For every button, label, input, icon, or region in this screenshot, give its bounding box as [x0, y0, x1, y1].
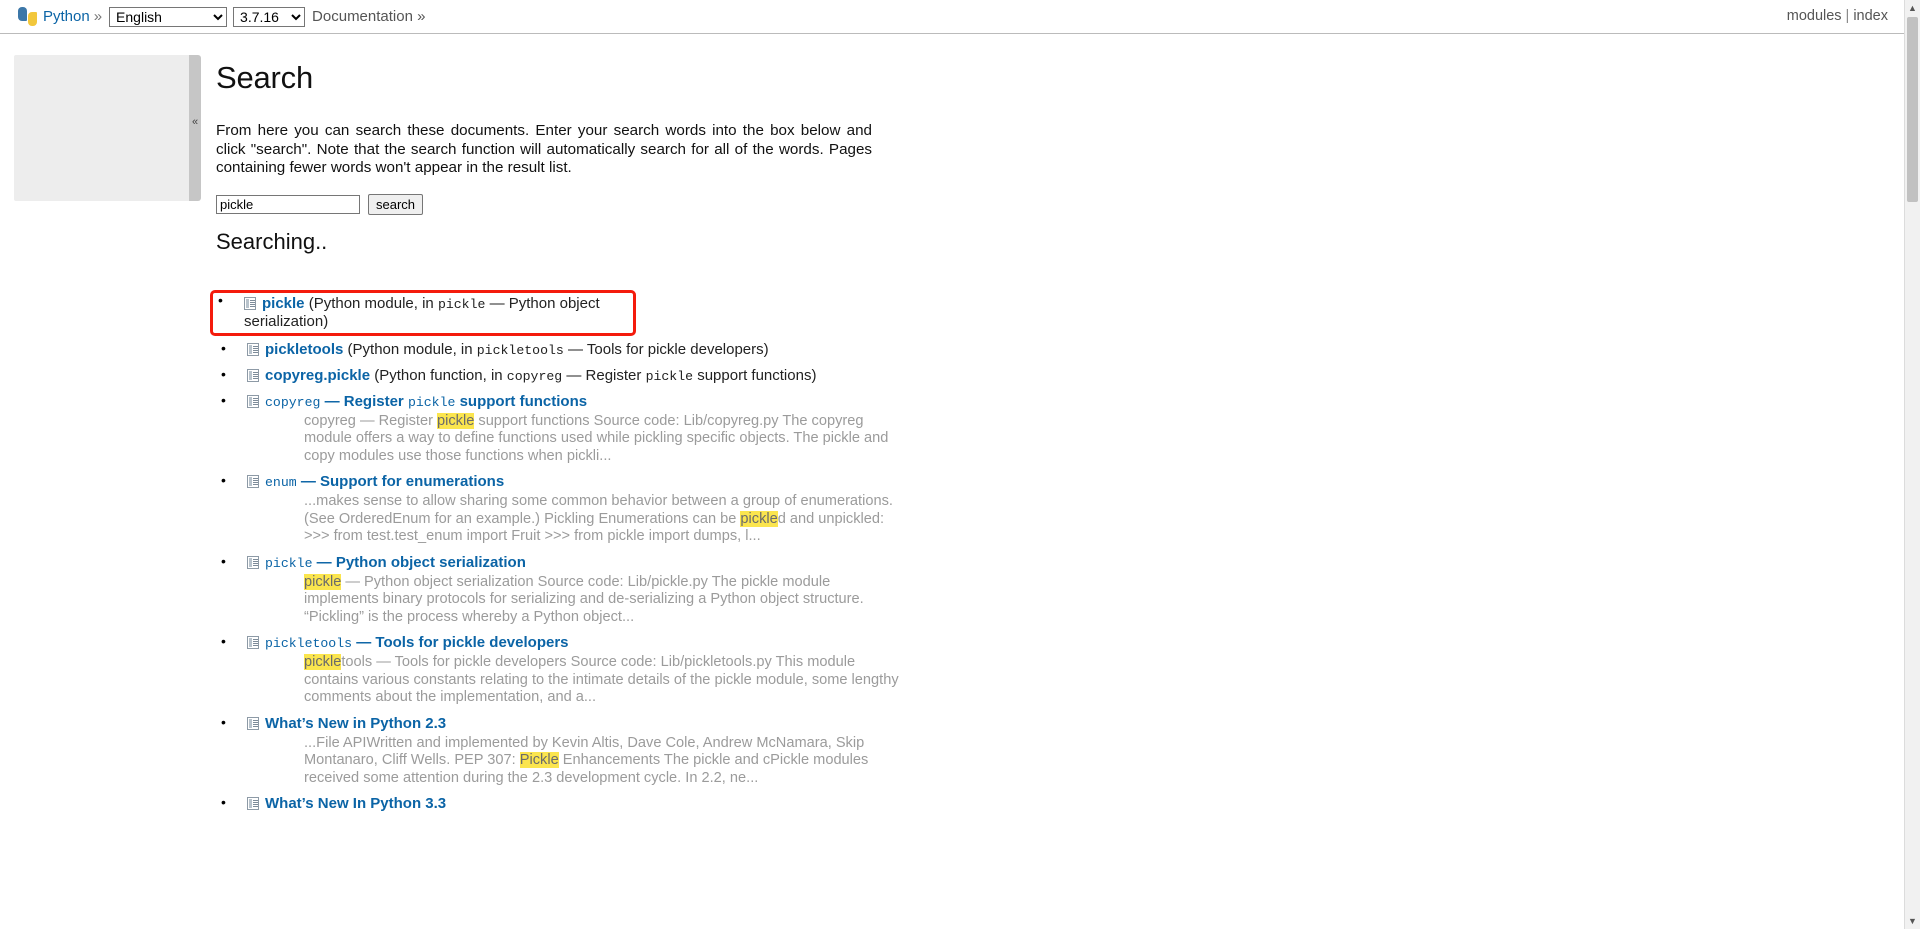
- breadcrumb-separator: »: [93, 8, 103, 25]
- page-scrollbar[interactable]: ▲ ▼: [1904, 0, 1920, 929]
- search-result-item: copyreg.pickle (Python function, in copy…: [216, 366, 916, 385]
- search-result-link[interactable]: copyreg — Register pickle support functi…: [265, 393, 587, 410]
- search-result-link[interactable]: What’s New In Python 3.3: [265, 795, 446, 812]
- search-status-heading: Searching..: [216, 228, 328, 254]
- python-logo-icon: [18, 7, 37, 26]
- search-result-item: copyreg — Register pickle support functi…: [216, 392, 916, 466]
- index-link[interactable]: index: [1853, 8, 1888, 24]
- search-term-highlight: pickle: [437, 412, 475, 429]
- document-icon: [247, 475, 259, 488]
- search-result-link[interactable]: copyreg.pickle: [265, 367, 370, 384]
- document-icon: [247, 797, 259, 810]
- chevron-left-icon: «: [191, 116, 199, 128]
- breadcrumb-python-link[interactable]: Python: [43, 8, 90, 25]
- page-title: Search: [216, 60, 314, 95]
- search-result-snippet: pickletools — Tools for pickle developer…: [304, 654, 899, 705]
- search-result-snippet: copyreg — Register pickle support functi…: [304, 412, 889, 464]
- search-result-context: (Python function, in copyreg — Register …: [370, 366, 817, 384]
- links-divider: |: [1845, 8, 1850, 24]
- search-result-snippet: ...makes sense to allow sharing some com…: [304, 493, 893, 544]
- scroll-down-arrow-icon[interactable]: ▼: [1905, 913, 1920, 929]
- search-instructions: From here you can search these documents…: [216, 122, 872, 176]
- search-result-snippet: ...File APIWritten and implemented by Ke…: [304, 734, 869, 786]
- search-result-link[interactable]: pickle — Python object serialization: [265, 554, 526, 571]
- main-content: Search From here you can search these do…: [210, 52, 916, 821]
- search-result-context: (Python module, in pickletools — Tools f…: [343, 340, 769, 358]
- header-right-links: modules | index: [1787, 8, 1888, 24]
- search-term-highlight: pickle: [304, 654, 342, 670]
- search-result-link[interactable]: pickle: [262, 295, 305, 312]
- sidebar: [14, 55, 197, 201]
- search-result-item: pickletools — Tools for pickle developer…: [216, 633, 916, 707]
- search-result-link[interactable]: pickletools: [265, 341, 343, 358]
- search-result-item: enum — Support for enumerations ...makes …: [216, 472, 916, 546]
- search-result-snippet: pickle — Python object serialization Sou…: [304, 573, 864, 625]
- search-input[interactable]: [216, 194, 360, 214]
- search-term-highlight: Pickle: [519, 752, 559, 768]
- search-result-item: What’s New In Python 3.3: [216, 794, 916, 813]
- sidebar-collapse-button[interactable]: «: [189, 55, 201, 201]
- search-term-highlight: pickle: [304, 573, 342, 590]
- modules-link[interactable]: modules: [1787, 8, 1842, 24]
- document-icon: [247, 555, 259, 569]
- document-icon: [247, 368, 259, 382]
- top-navigation-bar: Python » English 3.7.16 Documentation » …: [0, 0, 1908, 34]
- search-result-item: pickletools (Python module, in pickletoo…: [216, 340, 916, 359]
- search-result-link[interactable]: enum — Support for enumerations: [265, 473, 504, 490]
- language-select[interactable]: English: [109, 6, 228, 27]
- breadcrumb-documentation-link[interactable]: Documentation »: [312, 8, 425, 25]
- document-icon: [244, 296, 256, 310]
- search-term-highlight: pickle: [740, 510, 778, 527]
- document-icon: [247, 394, 259, 408]
- search-result-link[interactable]: pickletools — Tools for pickle developer…: [265, 634, 569, 651]
- search-result-link[interactable]: What’s New in Python 2.3: [265, 715, 446, 732]
- version-select[interactable]: 3.7.16: [233, 6, 306, 27]
- search-result-item: pickle — Python object serialization pick…: [216, 553, 916, 627]
- document-icon: [247, 636, 259, 649]
- scroll-up-arrow-icon[interactable]: ▲: [1905, 0, 1920, 16]
- search-result-item: What’s New in Python 2.3 ...File APIWritt…: [216, 714, 916, 788]
- document-icon: [247, 716, 259, 730]
- scrollbar-thumb[interactable]: [1907, 17, 1918, 202]
- search-results-list: pickle (Python module, in pickle — Pytho…: [210, 289, 916, 814]
- search-form: search: [216, 193, 916, 215]
- search-result-item: pickle (Python module, in pickle — Pytho…: [210, 289, 636, 336]
- document-icon: [247, 342, 259, 356]
- search-button[interactable]: search: [368, 193, 424, 215]
